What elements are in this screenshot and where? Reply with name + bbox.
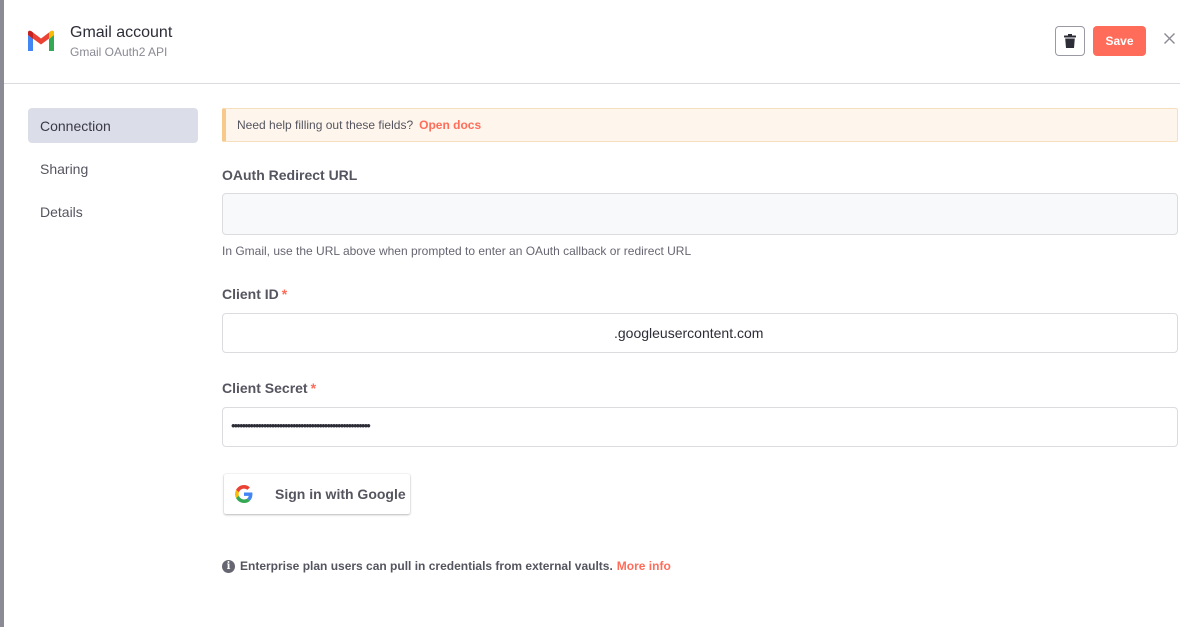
sidebar-item-sharing[interactable]: Sharing <box>28 151 198 186</box>
gmail-logo-icon <box>28 30 54 51</box>
save-button[interactable]: Save <box>1093 26 1146 56</box>
google-button-label: Sign in with Google <box>275 486 406 502</box>
oauth-redirect-field[interactable] <box>222 193 1178 235</box>
client-id-value: .googleusercontent.com <box>614 325 764 341</box>
trash-icon <box>1064 34 1076 48</box>
client-secret-label-text: Client Secret <box>222 380 308 396</box>
modal-header: Gmail account Gmail OAuth2 API Save <box>4 0 1180 84</box>
sidebar-item-connection[interactable]: Connection <box>28 108 198 143</box>
client-id-label: Client ID * <box>222 286 287 302</box>
page-title: Gmail account <box>70 24 173 41</box>
google-g-icon <box>235 485 253 503</box>
client-secret-field[interactable]: ••••••••••••••••••••••••••••••••••••••••… <box>222 407 1178 447</box>
client-id-label-text: Client ID <box>222 286 279 302</box>
close-button[interactable] <box>1161 30 1177 46</box>
page-subtitle: Gmail OAuth2 API <box>70 45 168 59</box>
help-banner: Need help filling out these fields? Open… <box>222 108 1178 142</box>
sign-in-with-google-button[interactable]: Sign in with Google <box>224 474 410 514</box>
help-text: Need help filling out these fields? <box>237 118 414 132</box>
required-marker: * <box>281 286 288 302</box>
oauth-redirect-label: OAuth Redirect URL <box>222 167 358 183</box>
close-icon <box>1163 32 1175 44</box>
client-secret-value: ••••••••••••••••••••••••••••••••••••••••… <box>231 418 371 433</box>
oauth-redirect-hint: In Gmail, use the URL above when prompte… <box>222 244 692 258</box>
delete-button[interactable] <box>1055 26 1085 56</box>
open-docs-link[interactable]: Open docs <box>419 118 481 132</box>
more-info-link[interactable]: More info <box>617 559 671 573</box>
sidebar-nav: Connection Sharing Details <box>28 108 198 237</box>
client-id-field[interactable]: .googleusercontent.com <box>222 313 1178 353</box>
sidebar-item-details[interactable]: Details <box>28 194 198 229</box>
enterprise-text: Enterprise plan users can pull in creden… <box>240 559 613 573</box>
client-secret-label: Client Secret * <box>222 380 316 396</box>
required-marker: * <box>310 380 317 396</box>
enterprise-notice: i Enterprise plan users can pull in cred… <box>222 559 671 573</box>
credential-modal: Gmail account Gmail OAuth2 API Save Conn… <box>4 0 1180 627</box>
info-icon: i <box>222 559 235 573</box>
